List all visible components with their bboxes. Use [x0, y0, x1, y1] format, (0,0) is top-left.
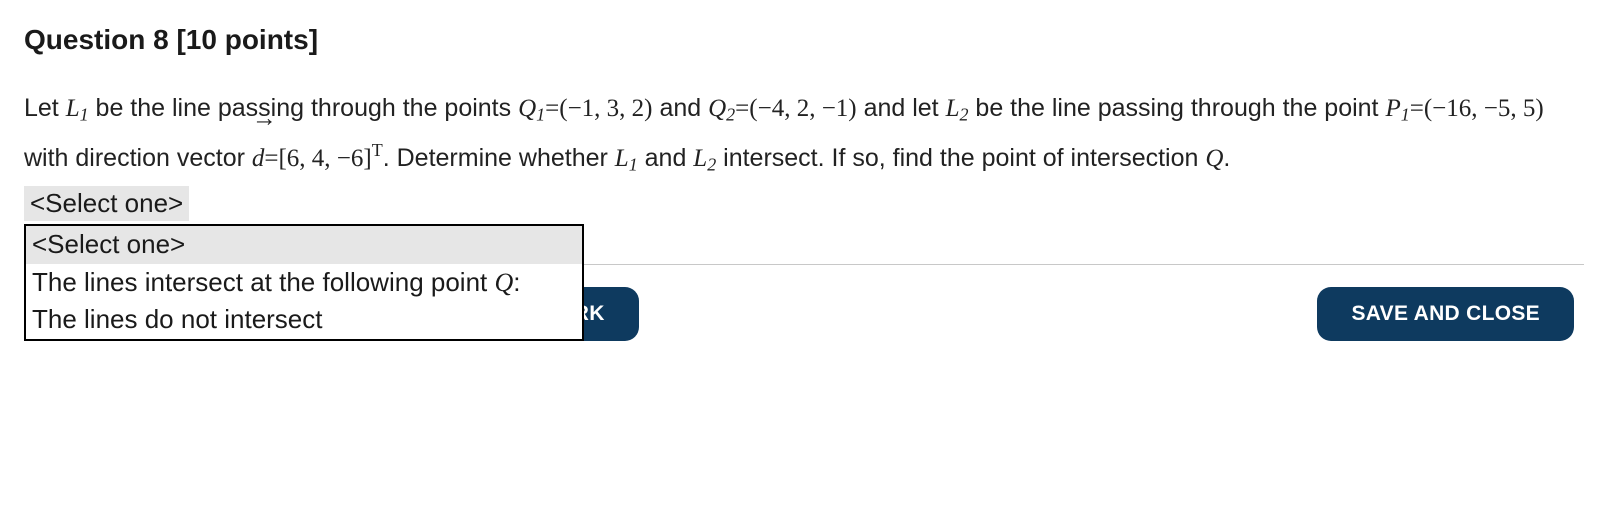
- var-L2: L: [946, 95, 960, 122]
- select-option-no-intersect[interactable]: The lines do not intersect: [26, 301, 582, 339]
- value: =(−4, 2, −1): [735, 95, 856, 122]
- option-text: The lines intersect at the following poi…: [32, 267, 494, 297]
- text: intersect. If so, find the point of inte…: [716, 144, 1205, 172]
- answer-select-options[interactable]: <Select one> The lines intersect at the …: [24, 224, 584, 341]
- answer-select[interactable]: <Select one>: [24, 186, 189, 221]
- var-Q1: Q: [518, 95, 536, 122]
- select-option-intersect[interactable]: The lines intersect at the following poi…: [26, 264, 582, 302]
- question-heading: Question 8 [10 points]: [24, 18, 1584, 61]
- var-L1: L: [66, 95, 80, 122]
- vector-d: →d: [252, 135, 265, 183]
- text: with direction vector: [24, 144, 252, 172]
- sub: 1: [536, 105, 545, 125]
- text: and: [638, 144, 694, 172]
- option-text: :: [513, 267, 520, 297]
- sub: 1: [80, 105, 89, 125]
- question-statement: Let L1 be the line passing through the p…: [24, 85, 1584, 182]
- value: =(−1, 3, 2): [545, 95, 652, 122]
- value: =(−16, −5, 5): [1410, 95, 1544, 122]
- sub: 2: [726, 105, 735, 125]
- select-option-placeholder[interactable]: <Select one>: [26, 226, 582, 264]
- text: Let: [24, 94, 66, 122]
- value: =[6, 4, −6]: [264, 145, 371, 172]
- text: and let: [857, 94, 946, 122]
- text: .: [1223, 144, 1230, 172]
- text: be the line passing through the points: [89, 94, 518, 122]
- var-P1: P: [1385, 95, 1400, 122]
- text: . Determine whether: [383, 144, 615, 172]
- sub: 1: [629, 154, 638, 174]
- var-Q2: Q: [708, 95, 726, 122]
- sub: 1: [1401, 105, 1410, 125]
- var-L1: L: [615, 145, 629, 172]
- text: and: [653, 94, 709, 122]
- var-Q: Q: [1205, 145, 1223, 172]
- save-and-close-button[interactable]: SAVE AND CLOSE: [1317, 287, 1574, 341]
- button-label: SAVE AND CLOSE: [1351, 302, 1540, 325]
- sub: 2: [707, 154, 716, 174]
- var-L2: L: [693, 145, 707, 172]
- transpose: T: [372, 140, 383, 160]
- text: be the line passing through the point: [968, 94, 1385, 122]
- var-d: d: [252, 145, 265, 172]
- var-Q: Q: [494, 268, 513, 297]
